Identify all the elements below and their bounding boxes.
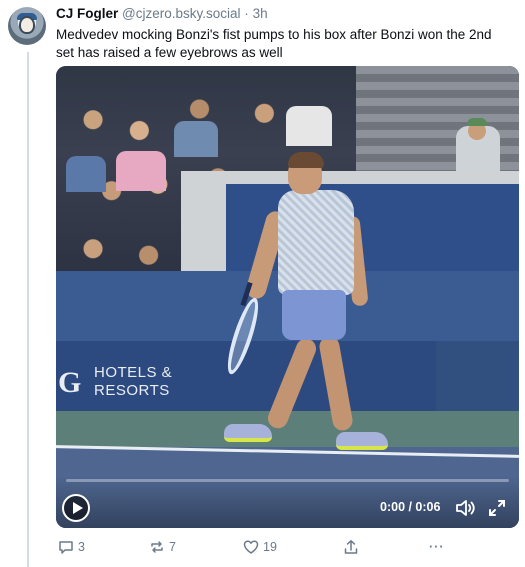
tennis-racket xyxy=(222,295,264,377)
more-options-button[interactable]: ··· xyxy=(429,536,445,558)
player-shirt xyxy=(278,190,354,295)
video-controls xyxy=(56,476,519,528)
more-icon: ··· xyxy=(429,540,445,554)
player-shoe xyxy=(224,424,272,442)
header-separator: · xyxy=(244,6,249,21)
player-shorts xyxy=(282,290,346,340)
crowd-person xyxy=(66,156,106,192)
video-player[interactable]: G HOTELS & RESORTS 0:00 / 0:06 xyxy=(56,66,519,528)
share-button[interactable] xyxy=(343,536,359,558)
post-time[interactable]: 3h xyxy=(253,6,268,21)
tennis-player xyxy=(216,152,406,466)
author-handle[interactable]: @cjzero.bsky.social xyxy=(122,6,241,21)
repost-icon xyxy=(151,541,163,553)
video-time: 0:00 / 0:06 xyxy=(380,500,441,514)
player-shoe xyxy=(336,432,388,450)
reply-count: 3 xyxy=(78,540,85,554)
player-hair xyxy=(288,152,324,168)
player-leg xyxy=(317,334,355,433)
spectator-cap xyxy=(467,118,487,126)
like-button[interactable]: 19 xyxy=(243,536,277,558)
play-button[interactable] xyxy=(62,494,90,522)
heart-icon xyxy=(243,540,259,554)
author-name[interactable]: CJ Fogler xyxy=(56,6,118,21)
repost-count: 7 xyxy=(169,540,176,554)
repost-button[interactable]: 7 xyxy=(149,536,176,558)
crowd-person xyxy=(174,121,218,157)
share-icon xyxy=(344,540,358,554)
player-leg xyxy=(264,335,320,432)
post-actions: 3 7 19 ··· xyxy=(56,536,516,558)
sponsor-logo-letter: G xyxy=(58,366,82,399)
fullscreen-icon[interactable] xyxy=(488,499,506,517)
sponsor-line-1: HOTELS & xyxy=(94,364,173,381)
volume-icon[interactable] xyxy=(455,499,477,517)
post-header: CJ Fogler @cjzero.bsky.social · 3h xyxy=(56,6,268,21)
video-progress-bar[interactable] xyxy=(66,479,509,482)
like-count: 19 xyxy=(263,540,277,554)
avatar-face xyxy=(19,16,35,34)
crowd-person xyxy=(116,151,166,191)
avatar[interactable] xyxy=(8,7,46,45)
thread-line xyxy=(27,52,29,567)
reply-icon xyxy=(59,541,73,554)
sponsor-text: HOTELS & RESORTS xyxy=(94,364,172,400)
sponsor-line-2: RESORTS xyxy=(94,382,170,399)
reply-button[interactable]: 3 xyxy=(58,536,85,558)
crowd-person xyxy=(286,106,332,146)
post-text: Medvedev mocking Bonzi's fist pumps to h… xyxy=(56,27,492,60)
